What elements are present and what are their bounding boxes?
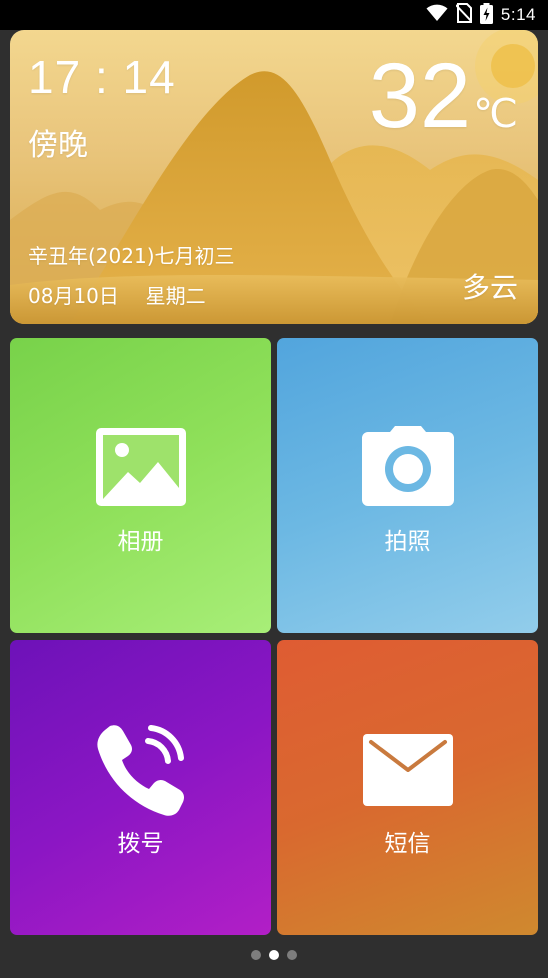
temperature-unit: ℃ bbox=[473, 92, 518, 136]
camera-icon bbox=[277, 426, 538, 506]
image-icon bbox=[10, 428, 271, 506]
date-label: 08月10日 bbox=[28, 284, 119, 308]
sms-tile[interactable]: 短信 bbox=[277, 640, 538, 935]
battery-charging-icon bbox=[479, 2, 493, 28]
album-label: 相册 bbox=[117, 529, 164, 555]
status-time: 5:14 bbox=[500, 5, 536, 24]
no-sim-icon bbox=[455, 3, 473, 27]
clock-time: 17 : 14 bbox=[28, 51, 176, 103]
sms-label: 短信 bbox=[384, 831, 431, 857]
camera-label: 拍照 bbox=[384, 529, 431, 555]
page-dot-active[interactable] bbox=[269, 950, 279, 960]
wifi-icon bbox=[426, 4, 448, 26]
weather-widget[interactable]: 17 : 14 傍晚 32 ℃ 辛丑年(2021)七月初三 08月10日 星期二… bbox=[10, 30, 538, 324]
status-icons: 5:14 bbox=[426, 2, 536, 28]
album-tile[interactable]: 相册 bbox=[10, 338, 271, 633]
dial-label: 拨号 bbox=[117, 831, 164, 857]
weather-condition: 多云 bbox=[461, 271, 518, 304]
status-bar: 5:14 bbox=[0, 0, 548, 30]
temperature: 32 ℃ bbox=[369, 50, 518, 142]
page-indicator bbox=[0, 950, 548, 960]
camera-tile[interactable]: 拍照 bbox=[277, 338, 538, 633]
page-dot[interactable] bbox=[251, 950, 261, 960]
mail-icon bbox=[277, 734, 538, 806]
temperature-value: 32 bbox=[368, 45, 472, 147]
day-period: 傍晚 bbox=[28, 128, 88, 163]
lunar-date: 辛丑年(2021)七月初三 bbox=[28, 244, 235, 268]
page-dot[interactable] bbox=[287, 950, 297, 960]
phone-icon bbox=[10, 724, 271, 816]
dial-tile[interactable]: 拨号 bbox=[10, 640, 271, 935]
weekday-label: 星期二 bbox=[145, 284, 206, 308]
gregorian-date: 08月10日 星期二 bbox=[28, 280, 206, 309]
